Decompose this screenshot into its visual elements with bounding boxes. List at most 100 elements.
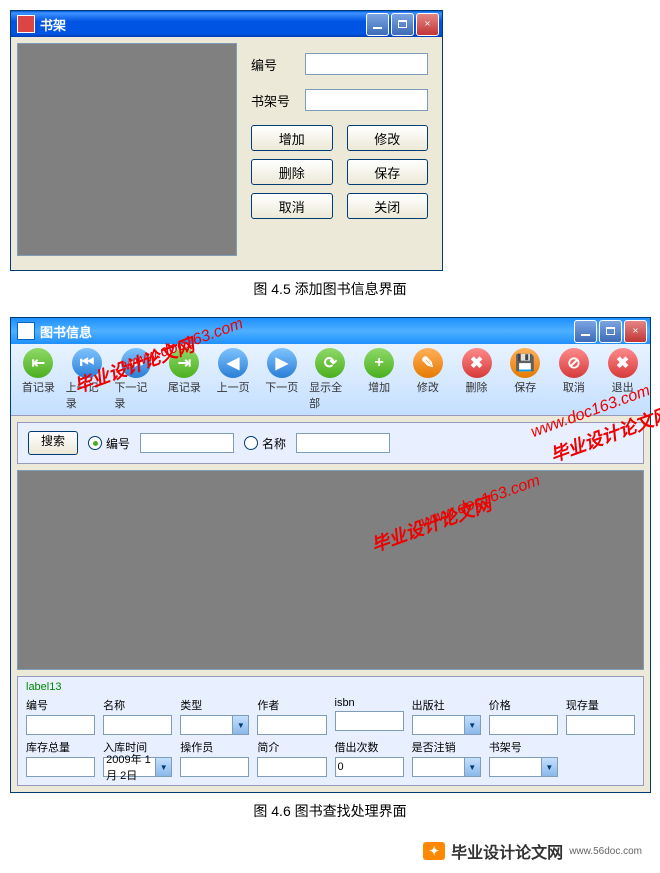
chevron-down-icon: ▼ bbox=[233, 715, 249, 735]
minimize-button[interactable] bbox=[366, 13, 389, 36]
first-record-button[interactable]: ⇤首记录 bbox=[17, 348, 60, 411]
search-id-input[interactable] bbox=[140, 433, 234, 453]
form-label: label13 bbox=[26, 681, 635, 693]
watermark: www.doc163.com bbox=[419, 472, 543, 532]
minimize-button[interactable] bbox=[574, 320, 597, 343]
logout-combo[interactable]: ▼ bbox=[412, 757, 481, 777]
results-grid[interactable]: 毕业设计论文网 www.doc163.com 毕业设计论文网 www.doc16… bbox=[17, 470, 644, 670]
id-input[interactable] bbox=[26, 715, 95, 735]
price-label: 价格 bbox=[489, 697, 558, 713]
cancel-button[interactable]: ⊘取消 bbox=[553, 348, 596, 411]
type-combo[interactable]: ▼ bbox=[180, 715, 249, 735]
edit-button[interactable]: ✎修改 bbox=[407, 348, 450, 411]
id-label: 编号 bbox=[251, 55, 305, 74]
show-all-button[interactable]: ⟳显示全部 bbox=[309, 348, 352, 411]
figure-caption-1: 图 4.5 添加图书信息界面 bbox=[10, 279, 650, 299]
total-label: 库存总量 bbox=[26, 739, 95, 755]
indate-picker[interactable]: 2009年 1月 2日▼ bbox=[103, 757, 172, 777]
edit-button[interactable]: 修改 bbox=[347, 125, 429, 151]
prev-record-button[interactable]: ⏮上一记录 bbox=[66, 348, 109, 411]
window-controls: × bbox=[574, 320, 647, 343]
prev-page-button[interactable]: ◀上一页 bbox=[212, 348, 255, 411]
chevron-down-icon: ▼ bbox=[465, 757, 481, 777]
publisher-label: 出版社 bbox=[412, 697, 481, 713]
id-label: 编号 bbox=[26, 697, 95, 713]
borrow-label: 借出次数 bbox=[335, 739, 404, 755]
next-page-button[interactable]: ▶下一页 bbox=[260, 348, 303, 411]
toolbar: ⇤首记录 ⏮上一记录 ⏭下一记录 ⇥尾记录 ◀上一页 ▶下一页 ⟳显示全部 +增… bbox=[11, 344, 650, 416]
first-icon: ⇤ bbox=[23, 348, 53, 378]
window-body: 编号 书架号 增加 修改 删除 保存 取消 关闭 bbox=[11, 37, 442, 262]
search-by-name-radio[interactable]: 名称 bbox=[244, 435, 286, 452]
search-name-input[interactable] bbox=[296, 433, 390, 453]
delete-button[interactable]: ✖删除 bbox=[455, 348, 498, 411]
footer-brand: 毕业设计论文网 bbox=[451, 839, 563, 863]
author-input[interactable] bbox=[257, 715, 326, 735]
delete-icon: ✖ bbox=[462, 348, 492, 378]
titlebar[interactable]: 图书信息 × bbox=[11, 318, 650, 344]
chevron-down-icon: ▼ bbox=[156, 757, 172, 777]
chevron-down-icon: ▼ bbox=[465, 715, 481, 735]
footer-logo-icon: ✦ bbox=[423, 842, 445, 860]
window-title: 书架 bbox=[40, 15, 366, 34]
data-grid[interactable] bbox=[17, 43, 237, 256]
type-label: 类型 bbox=[180, 697, 249, 713]
prev-pg-icon: ◀ bbox=[218, 348, 248, 378]
prev-rec-icon: ⏮ bbox=[72, 348, 102, 378]
intro-input[interactable] bbox=[257, 757, 326, 777]
save-icon: 💾 bbox=[510, 348, 540, 378]
exit-icon: ✖ bbox=[608, 348, 638, 378]
close-button[interactable]: × bbox=[624, 320, 647, 343]
footer-url: www.56doc.com bbox=[569, 846, 642, 857]
author-label: 作者 bbox=[257, 697, 326, 713]
price-input[interactable] bbox=[489, 715, 558, 735]
search-by-id-radio[interactable]: 编号 bbox=[88, 435, 130, 452]
bookshelf-window: 书架 × 编号 书架号 增加 修改 删除 保存 bbox=[10, 10, 443, 271]
publisher-combo[interactable]: ▼ bbox=[412, 715, 481, 735]
next-record-button[interactable]: ⏭下一记录 bbox=[114, 348, 157, 411]
name-input[interactable] bbox=[103, 715, 172, 735]
refresh-icon: ⟳ bbox=[315, 348, 345, 378]
close-button[interactable]: × bbox=[416, 13, 439, 36]
operator-input[interactable] bbox=[180, 757, 249, 777]
maximize-button[interactable] bbox=[599, 320, 622, 343]
maximize-button[interactable] bbox=[391, 13, 414, 36]
last-icon: ⇥ bbox=[169, 348, 199, 378]
logout-label: 是否注销 bbox=[412, 739, 481, 755]
shelf-input[interactable] bbox=[305, 89, 428, 111]
window-icon bbox=[17, 322, 35, 340]
isbn-label: isbn bbox=[335, 697, 404, 709]
close-button[interactable]: 关闭 bbox=[347, 193, 429, 219]
pencil-icon: ✎ bbox=[413, 348, 443, 378]
name-label: 名称 bbox=[103, 697, 172, 713]
total-input[interactable] bbox=[26, 757, 95, 777]
shelf-label: 书架号 bbox=[489, 739, 558, 755]
intro-label: 简介 bbox=[257, 739, 326, 755]
isbn-input[interactable] bbox=[335, 711, 404, 731]
plus-icon: + bbox=[364, 348, 394, 378]
borrow-input[interactable]: 0 bbox=[335, 757, 404, 777]
shelf-label: 书架号 bbox=[251, 91, 305, 110]
window-icon bbox=[17, 15, 35, 33]
radio-icon bbox=[88, 436, 102, 450]
id-input[interactable] bbox=[305, 53, 428, 75]
next-rec-icon: ⏭ bbox=[121, 348, 151, 378]
save-button[interactable]: 💾保存 bbox=[504, 348, 547, 411]
add-button[interactable]: +增加 bbox=[358, 348, 401, 411]
stock-input[interactable] bbox=[566, 715, 635, 735]
page-footer: ✦ 毕业设计论文网 www.56doc.com bbox=[10, 839, 650, 863]
form-panel: 编号 书架号 增加 修改 删除 保存 取消 关闭 bbox=[237, 43, 436, 256]
search-button[interactable]: 搜索 bbox=[28, 431, 78, 455]
operator-label: 操作员 bbox=[180, 739, 249, 755]
cancel-icon: ⊘ bbox=[559, 348, 589, 378]
window-controls: × bbox=[366, 13, 439, 36]
delete-button[interactable]: 删除 bbox=[251, 159, 333, 185]
next-pg-icon: ▶ bbox=[267, 348, 297, 378]
last-record-button[interactable]: ⇥尾记录 bbox=[163, 348, 206, 411]
cancel-button[interactable]: 取消 bbox=[251, 193, 333, 219]
save-button[interactable]: 保存 bbox=[347, 159, 429, 185]
titlebar[interactable]: 书架 × bbox=[11, 11, 442, 37]
radio-icon bbox=[244, 436, 258, 450]
add-button[interactable]: 增加 bbox=[251, 125, 333, 151]
shelf-combo[interactable]: ▼ bbox=[489, 757, 558, 777]
